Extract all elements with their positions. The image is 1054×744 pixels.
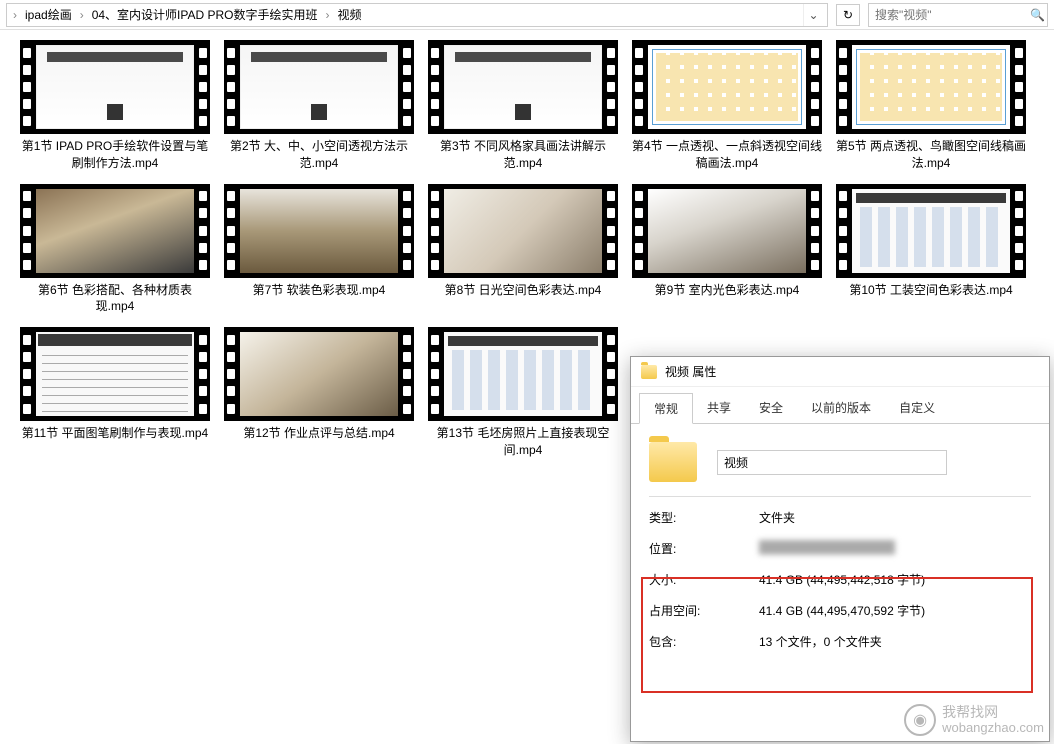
file-item[interactable]: 第5节 两点透视、鸟瞰图空间线稿画法.mp4 <box>836 40 1026 172</box>
video-thumbnail[interactable] <box>224 184 414 278</box>
refresh-icon: ↻ <box>843 8 853 22</box>
breadcrumb-item[interactable]: 视频 <box>332 6 368 23</box>
file-item[interactable]: 第12节 作业点评与总结.mp4 <box>224 327 414 459</box>
contains-label: 包含: <box>649 633 759 650</box>
breadcrumb-bar[interactable]: › ipad绘画 › 04、室内设计师IPAD PRO数字手绘实用班 › 视频 … <box>6 3 828 27</box>
file-item[interactable]: 第6节 色彩搭配、各种材质表现.mp4 <box>20 184 210 316</box>
file-name[interactable]: 第7节 软装色彩表现.mp4 <box>224 282 414 299</box>
file-name[interactable]: 第2节 大、中、小空间透视方法示范.mp4 <box>224 138 414 172</box>
breadcrumb-item[interactable]: 04、室内设计师IPAD PRO数字手绘实用班 <box>86 6 324 23</box>
properties-body: 视频 类型: 文件夹 位置: ████████████████ 大小: 41.4… <box>631 424 1049 682</box>
file-item[interactable]: 第9节 室内光色彩表达.mp4 <box>632 184 822 316</box>
chevron-right-icon: › <box>11 8 19 22</box>
tab-自定义[interactable]: 自定义 <box>885 393 949 423</box>
properties-tabs: 常规共享安全以前的版本自定义 <box>631 393 1049 424</box>
file-name[interactable]: 第12节 作业点评与总结.mp4 <box>224 425 414 442</box>
file-name[interactable]: 第8节 日光空间色彩表达.mp4 <box>428 282 618 299</box>
size-value: 41.4 GB (44,495,442,518 字节) <box>759 571 925 588</box>
dialog-titlebar[interactable]: 视频 属性 <box>631 357 1049 387</box>
file-name[interactable]: 第1节 IPAD PRO手绘软件设置与笔刷制作方法.mp4 <box>20 138 210 172</box>
tab-常规[interactable]: 常规 <box>639 393 693 424</box>
video-thumbnail[interactable] <box>224 40 414 134</box>
search-box[interactable]: 🔍 <box>868 3 1048 27</box>
tab-以前的版本[interactable]: 以前的版本 <box>797 393 885 423</box>
video-thumbnail[interactable] <box>836 40 1026 134</box>
dialog-title: 视频 属性 <box>665 363 716 380</box>
disk-value: 41.4 GB (44,495,470,592 字节) <box>759 602 925 619</box>
file-item[interactable]: 第13节 毛坯房照片上直接表现空间.mp4 <box>428 327 618 459</box>
chevron-down-icon[interactable]: ⌄ <box>803 4 823 26</box>
file-item[interactable]: 第7节 软装色彩表现.mp4 <box>224 184 414 316</box>
video-thumbnail[interactable] <box>20 327 210 421</box>
chevron-right-icon: › <box>324 8 332 22</box>
contains-value: 13 个文件，0 个文件夹 <box>759 633 882 650</box>
search-input[interactable] <box>875 8 1030 22</box>
properties-rows: 类型: 文件夹 位置: ████████████████ 大小: 41.4 GB… <box>649 509 1031 650</box>
location-value: ████████████████ <box>759 540 895 557</box>
properties-dialog[interactable]: 视频 属性 常规共享安全以前的版本自定义 视频 类型: 文件夹 位置: ████… <box>630 356 1050 742</box>
folder-icon <box>649 442 697 482</box>
folder-icon <box>641 365 657 379</box>
video-thumbnail[interactable] <box>428 327 618 421</box>
disk-label: 占用空间: <box>649 602 759 619</box>
chevron-right-icon: › <box>78 8 86 22</box>
folder-name-input[interactable]: 视频 <box>717 450 947 475</box>
top-bar: › ipad绘画 › 04、室内设计师IPAD PRO数字手绘实用班 › 视频 … <box>0 0 1054 30</box>
video-thumbnail[interactable] <box>632 184 822 278</box>
file-name[interactable]: 第4节 一点透视、一点斜透视空间线稿画法.mp4 <box>632 138 822 172</box>
file-name[interactable]: 第3节 不同风格家具画法讲解示范.mp4 <box>428 138 618 172</box>
file-item[interactable]: 第1节 IPAD PRO手绘软件设置与笔刷制作方法.mp4 <box>20 40 210 172</box>
file-item[interactable]: 第2节 大、中、小空间透视方法示范.mp4 <box>224 40 414 172</box>
file-item[interactable]: 第10节 工装空间色彩表达.mp4 <box>836 184 1026 316</box>
file-item[interactable]: 第8节 日光空间色彩表达.mp4 <box>428 184 618 316</box>
video-thumbnail[interactable] <box>632 40 822 134</box>
file-item[interactable]: 第4节 一点透视、一点斜透视空间线稿画法.mp4 <box>632 40 822 172</box>
video-thumbnail[interactable] <box>224 327 414 421</box>
location-label: 位置: <box>649 540 759 557</box>
size-label: 大小: <box>649 571 759 588</box>
refresh-button[interactable]: ↻ <box>836 4 860 26</box>
file-item[interactable]: 第11节 平面图笔刷制作与表现.mp4 <box>20 327 210 459</box>
watermark: ◉ 我帮找网 wobangzhao.com <box>904 704 1044 736</box>
file-name[interactable]: 第10节 工装空间色彩表达.mp4 <box>836 282 1026 299</box>
breadcrumb-item[interactable]: ipad绘画 <box>19 6 78 23</box>
file-item[interactable]: 第3节 不同风格家具画法讲解示范.mp4 <box>428 40 618 172</box>
file-name[interactable]: 第5节 两点透视、鸟瞰图空间线稿画法.mp4 <box>836 138 1026 172</box>
video-thumbnail[interactable] <box>428 40 618 134</box>
file-name[interactable]: 第6节 色彩搭配、各种材质表现.mp4 <box>20 282 210 316</box>
type-label: 类型: <box>649 509 759 526</box>
file-name[interactable]: 第11节 平面图笔刷制作与表现.mp4 <box>20 425 210 442</box>
video-thumbnail[interactable] <box>20 184 210 278</box>
tab-安全[interactable]: 安全 <box>745 393 797 423</box>
file-name[interactable]: 第9节 室内光色彩表达.mp4 <box>632 282 822 299</box>
search-icon[interactable]: 🔍 <box>1030 8 1045 22</box>
tab-共享[interactable]: 共享 <box>693 393 745 423</box>
watermark-icon: ◉ <box>904 704 936 736</box>
video-thumbnail[interactable] <box>20 40 210 134</box>
type-value: 文件夹 <box>759 509 795 526</box>
video-thumbnail[interactable] <box>428 184 618 278</box>
video-thumbnail[interactable] <box>836 184 1026 278</box>
file-name[interactable]: 第13节 毛坯房照片上直接表现空间.mp4 <box>428 425 618 459</box>
